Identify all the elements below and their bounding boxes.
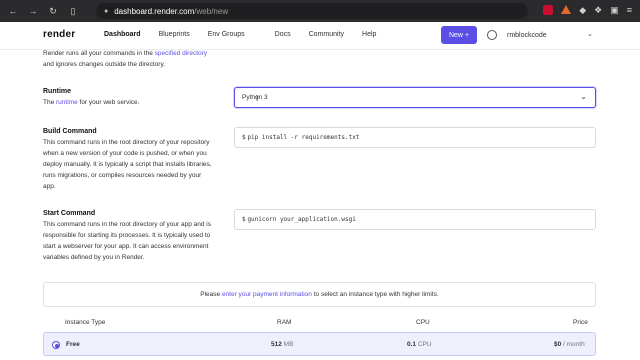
header-ram: RAM: [277, 319, 292, 326]
price-value: $0: [554, 341, 562, 348]
reload-icon[interactable]: ↻: [48, 6, 58, 17]
start-title: Start Command: [43, 210, 96, 217]
runtime-desc-prefix: The: [43, 99, 57, 106]
nav-community[interactable]: Community: [309, 31, 344, 38]
instance-table-header: Instance Type RAM CPU Price: [43, 317, 596, 329]
nav-blueprints[interactable]: Blueprints: [159, 31, 190, 38]
main-content: Render runs all your commands in the spe…: [0, 50, 640, 360]
puzzle-icon[interactable]: ❖: [594, 5, 602, 16]
runtime-desc-suffix: for your web service.: [77, 99, 140, 106]
instance-row-free[interactable]: Free 512 MB 0.1 CPU $0 / month: [43, 332, 596, 356]
header-cpu: CPU: [416, 319, 430, 326]
start-section: Start Command This command runs in the r…: [43, 210, 213, 263]
url-path: /web/new: [194, 6, 229, 16]
header-instance-type: Instance Type: [65, 319, 106, 326]
browser-toolbar: ← → ↻ ▯ ● dashboard.render.com/web/new ◆…: [0, 0, 640, 22]
user-icon: [487, 30, 497, 40]
ram-value: 512: [271, 341, 282, 348]
payment-link[interactable]: enter your payment information: [222, 291, 312, 298]
sidebar-icon[interactable]: ▣: [610, 5, 619, 16]
payment-prefix: Please: [200, 291, 221, 298]
nav-dashboard[interactable]: Dashboard: [104, 31, 141, 38]
new-button-label: New: [448, 31, 463, 39]
nav-help[interactable]: Help: [362, 31, 376, 38]
runtime-title: Runtime: [43, 88, 71, 95]
build-command-value: pip install -r requirements.txt: [247, 134, 360, 141]
build-title: Build Command: [43, 128, 97, 135]
shield-icon[interactable]: ◆: [579, 5, 586, 16]
start-prompt: $: [242, 216, 246, 223]
specified-directory-link[interactable]: specified directory: [155, 50, 207, 57]
intro-text: Render runs all your commands in the: [43, 50, 155, 57]
instance-ram: 512 MB: [271, 341, 293, 348]
address-bar[interactable]: ● dashboard.render.com/web/new: [96, 3, 528, 19]
header-price: Price: [573, 319, 588, 326]
instance-cpu: 0.1 CPU: [407, 341, 432, 348]
runtime-select[interactable]: Python 3 ⌄: [234, 87, 596, 108]
bookmark-icon[interactable]: ▯: [68, 6, 78, 17]
start-command-input[interactable]: $ gunicorn your_application.wsgi: [234, 209, 596, 230]
lock-icon: ●: [104, 7, 109, 15]
username: rmblockcode: [507, 31, 547, 39]
instance-price: $0 / month: [554, 341, 585, 348]
runtime-value: Python 3: [242, 94, 268, 101]
radio-selected-icon[interactable]: [52, 341, 60, 349]
browser-nav: ← → ↻ ▯: [0, 6, 78, 17]
runtime-description: The runtime for your web service.: [43, 97, 213, 108]
build-command-input[interactable]: $ pip install -r requirements.txt: [234, 127, 596, 148]
site-header: render Dashboard Blueprints Env Groups D…: [0, 22, 640, 50]
price-unit: / month: [563, 341, 585, 348]
new-button[interactable]: New +: [441, 26, 477, 44]
build-description: This command runs in the root directory …: [43, 139, 212, 190]
forward-arrow-icon[interactable]: →: [28, 6, 38, 16]
url-host: dashboard.render.com: [114, 6, 195, 16]
warning-icon[interactable]: [561, 5, 572, 14]
chevron-down-icon: ⌄: [580, 92, 587, 101]
top-navigation: Dashboard Blueprints Env Groups Docs Com…: [104, 31, 394, 38]
root-directory-note: Render runs all your commands in the spe…: [43, 48, 223, 70]
nav-env-groups[interactable]: Env Groups: [208, 31, 245, 38]
cpu-value: 0.1: [407, 341, 417, 348]
build-section: Build Command This command runs in the r…: [43, 128, 213, 192]
user-menu[interactable]: rmblockcode ⌄: [487, 30, 593, 40]
payment-suffix: to select an instance type with higher l…: [313, 291, 439, 298]
instance-type: Free: [66, 341, 80, 348]
runtime-section: Runtime The runtime for your web service…: [43, 88, 213, 108]
plus-icon: +: [464, 31, 470, 39]
back-arrow-icon[interactable]: ←: [8, 6, 18, 16]
chevron-down-icon: ⌄: [587, 31, 593, 38]
ram-unit: MB: [283, 341, 294, 348]
cpu-unit: CPU: [417, 341, 432, 348]
intro-text-2: and ignores changes outside the director…: [43, 61, 166, 68]
mouse-cursor-icon: I: [256, 94, 259, 103]
payment-notice: Please enter your payment information to…: [43, 282, 596, 307]
nav-docs[interactable]: Docs: [275, 31, 291, 38]
menu-icon[interactable]: ≡: [627, 5, 632, 16]
render-logo[interactable]: render: [43, 29, 75, 40]
start-command-value: gunicorn your_application.wsgi: [247, 216, 356, 223]
runtime-link[interactable]: runtime: [56, 99, 78, 106]
brave-shield-icon[interactable]: [543, 5, 554, 15]
build-prompt: $: [242, 134, 246, 141]
browser-extensions: ◆ ❖ ▣ ≡: [543, 5, 632, 16]
start-description: This command runs in the root directory …: [43, 221, 211, 261]
